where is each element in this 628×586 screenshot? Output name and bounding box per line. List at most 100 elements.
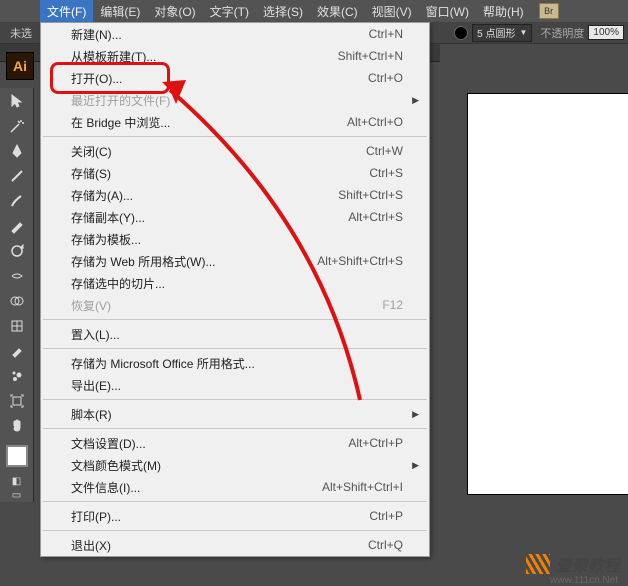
menu-help[interactable]: 帮助(H) <box>476 0 531 22</box>
opacity-value[interactable]: 100% <box>588 25 624 40</box>
menu-object[interactable]: 对象(O) <box>147 0 202 22</box>
menu-file[interactable]: 文件(F) <box>40 0 93 22</box>
menu-shortcut: Alt+Ctrl+P <box>348 436 403 450</box>
menu-item-28[interactable]: 退出(X)Ctrl+Q <box>41 534 429 556</box>
menu-item-24[interactable]: 文件信息(I)...Alt+Shift+Ctrl+I <box>41 476 429 498</box>
toolbar: ◧ ▭ <box>0 88 34 502</box>
menu-shortcut: Ctrl+Q <box>368 538 403 552</box>
watermark-url: www.111cn.Net <box>550 575 618 586</box>
app-icon: Ai <box>6 52 34 80</box>
menu-separator <box>43 428 427 429</box>
menu-item-7[interactable]: 存储(S)Ctrl+S <box>41 162 429 184</box>
pen-tool[interactable] <box>0 138 34 163</box>
screen-mode-row[interactable]: ▭ <box>0 488 34 502</box>
menu-item-4[interactable]: 在 Bridge 中浏览...Alt+Ctrl+O <box>41 111 429 133</box>
menu-type[interactable]: 文字(T) <box>203 0 256 22</box>
menu-item-23[interactable]: 文档颜色模式(M) ▶ <box>41 454 429 476</box>
color-mode-row[interactable]: ◧ <box>0 474 34 488</box>
bridge-badge[interactable]: Br <box>539 3 559 19</box>
menu-shortcut: Ctrl+S <box>369 166 403 180</box>
menu-shortcut: Shift+Ctrl+S <box>338 188 403 202</box>
mesh-tool[interactable] <box>0 313 34 338</box>
menu-item-label: 文件信息(I)... <box>71 479 322 496</box>
line-tool[interactable] <box>0 163 34 188</box>
menu-item-20[interactable]: 脚本(R) ▶ <box>41 403 429 425</box>
menu-separator <box>43 501 427 502</box>
menu-shortcut: F12 <box>382 298 403 312</box>
menu-item-9[interactable]: 存储副本(Y)...Alt+Ctrl+S <box>41 206 429 228</box>
canvas[interactable] <box>440 44 628 586</box>
hand-tool[interactable] <box>0 413 34 438</box>
menu-item-13: 恢复(V)F12 <box>41 294 429 316</box>
menu-window[interactable]: 窗口(W) <box>419 0 476 22</box>
symbol-sprayer-tool[interactable] <box>0 363 34 388</box>
menu-item-22[interactable]: 文档设置(D)...Alt+Ctrl+P <box>41 432 429 454</box>
selection-tool[interactable] <box>0 88 34 113</box>
brush-dot-icon[interactable] <box>454 26 468 40</box>
shape-builder-tool[interactable] <box>0 288 34 313</box>
menu-select[interactable]: 选择(S) <box>256 0 310 22</box>
pencil-tool[interactable] <box>0 213 34 238</box>
submenu-arrow-icon: ▶ <box>412 95 419 106</box>
rotate-tool[interactable] <box>0 238 34 263</box>
menu-item-18[interactable]: 导出(E)... <box>41 374 429 396</box>
menu-item-0[interactable]: 新建(N)...Ctrl+N <box>41 23 429 45</box>
menu-item-label: 存储为模板... <box>71 231 403 248</box>
file-menu-dropdown: 新建(N)...Ctrl+N从模板新建(T)...Shift+Ctrl+N打开(… <box>40 22 430 557</box>
menu-shortcut: Ctrl+N <box>369 27 403 41</box>
menu-item-label: 存储副本(Y)... <box>71 209 348 226</box>
menu-item-label: 置入(L)... <box>71 326 403 343</box>
menu-item-label: 脚本(R) <box>71 406 403 423</box>
menu-item-2[interactable]: 打开(O)...Ctrl+O <box>41 67 429 89</box>
menu-item-3: 最近打开的文件(F) ▶ <box>41 89 429 111</box>
menu-item-label: 存储为 Microsoft Office 所用格式... <box>71 355 403 372</box>
menu-item-17[interactable]: 存储为 Microsoft Office 所用格式... <box>41 352 429 374</box>
opacity-label: 不透明度 <box>540 25 584 41</box>
menu-shortcut: Ctrl+P <box>369 509 403 523</box>
brush-tool[interactable] <box>0 188 34 213</box>
artboard-tool[interactable] <box>0 388 34 413</box>
menu-shortcut: Shift+Ctrl+N <box>338 49 403 63</box>
eyedropper-tool[interactable] <box>0 338 34 363</box>
menu-item-1[interactable]: 从模板新建(T)...Shift+Ctrl+N <box>41 45 429 67</box>
brush-select[interactable]: 5 点圆形 ▼ <box>472 24 532 42</box>
menu-edit[interactable]: 编辑(E) <box>93 0 147 22</box>
fill-stroke-swatch[interactable] <box>0 438 34 474</box>
menu-item-label: 打开(O)... <box>71 70 368 87</box>
menu-item-label: 存储为(A)... <box>71 187 338 204</box>
menu-item-label: 最近打开的文件(F) <box>71 92 403 109</box>
menu-item-11[interactable]: 存储为 Web 所用格式(W)...Alt+Shift+Ctrl+S <box>41 250 429 272</box>
menu-item-label: 文档设置(D)... <box>71 435 348 452</box>
menu-shortcut: Alt+Shift+Ctrl+I <box>322 480 403 494</box>
magic-wand-tool[interactable] <box>0 113 34 138</box>
menu-separator <box>43 530 427 531</box>
menu-item-label: 存储为 Web 所用格式(W)... <box>71 253 317 270</box>
menu-item-label: 在 Bridge 中浏览... <box>71 114 347 131</box>
menu-item-label: 导出(E)... <box>71 377 403 394</box>
menu-item-label: 打印(P)... <box>71 508 369 525</box>
menu-item-label: 新建(N)... <box>71 26 369 43</box>
menu-view[interactable]: 视图(V) <box>365 0 419 22</box>
menu-shortcut: Ctrl+O <box>368 71 403 85</box>
menu-item-10[interactable]: 存储为模板... <box>41 228 429 250</box>
menu-item-15[interactable]: 置入(L)... <box>41 323 429 345</box>
menubar: 文件(F) 编辑(E) 对象(O) 文字(T) 选择(S) 效果(C) 视图(V… <box>0 0 628 22</box>
menu-item-8[interactable]: 存储为(A)...Shift+Ctrl+S <box>41 184 429 206</box>
menu-item-label: 文档颜色模式(M) <box>71 457 403 474</box>
submenu-arrow-icon: ▶ <box>412 460 419 471</box>
menu-separator <box>43 348 427 349</box>
watermark: 壹聚教程 <box>526 552 620 576</box>
menu-item-label: 存储(S) <box>71 165 369 182</box>
menu-item-6[interactable]: 关闭(C)Ctrl+W <box>41 140 429 162</box>
menu-item-26[interactable]: 打印(P)...Ctrl+P <box>41 505 429 527</box>
menu-shortcut: Alt+Shift+Ctrl+S <box>317 254 403 268</box>
menu-item-12[interactable]: 存储选中的切片... <box>41 272 429 294</box>
menu-item-label: 存储选中的切片... <box>71 275 403 292</box>
watermark-logo-icon <box>526 554 550 574</box>
menu-separator <box>43 399 427 400</box>
width-tool[interactable] <box>0 263 34 288</box>
watermark-brand: 壹聚教程 <box>556 552 620 576</box>
submenu-arrow-icon: ▶ <box>412 409 419 420</box>
menu-shortcut: Ctrl+W <box>366 144 403 158</box>
menu-effect[interactable]: 效果(C) <box>310 0 365 22</box>
